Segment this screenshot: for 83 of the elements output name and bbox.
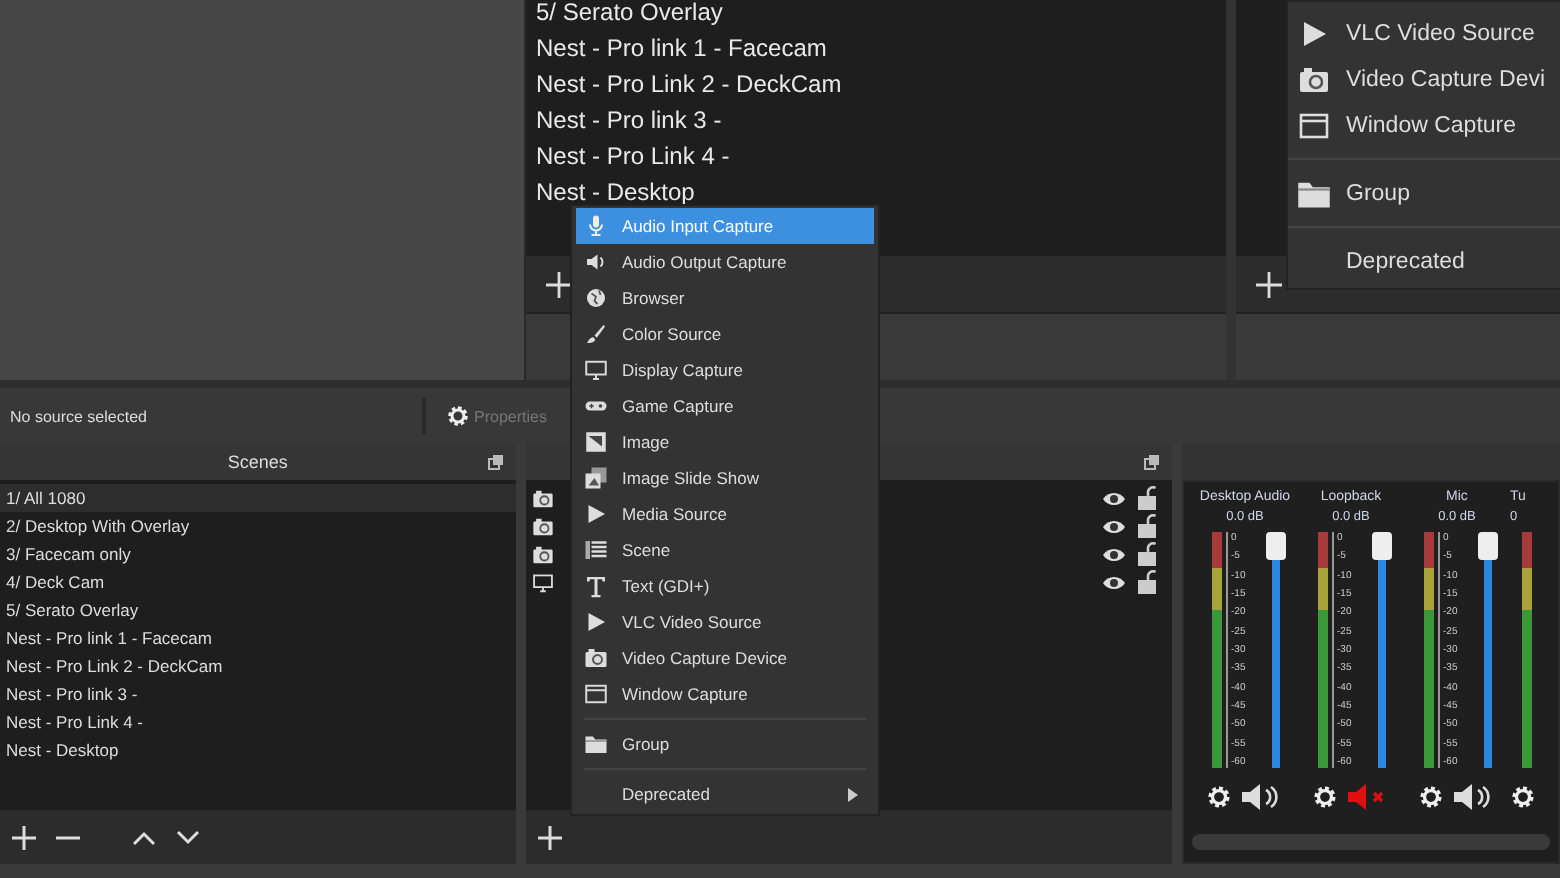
camera-icon	[1298, 63, 1330, 95]
status-text: No source selected	[10, 407, 149, 425]
settings-icon[interactable]	[1206, 784, 1232, 810]
list-item[interactable]: Nest - Desktop	[0, 736, 516, 764]
submenu-arrow-icon	[848, 787, 858, 801]
list-icon	[584, 538, 608, 562]
list-item[interactable]: 5/ Serato Overlay	[0, 596, 516, 624]
image-icon	[584, 430, 608, 454]
list-item[interactable]: Nest - Pro link 1 - Facecam	[0, 624, 516, 652]
menu-item[interactable]: Game Capture	[576, 388, 874, 424]
menu-item[interactable]: VLC Video Source	[576, 604, 874, 640]
monitor-icon	[584, 358, 608, 382]
eye-icon[interactable]	[1102, 545, 1126, 563]
eye-icon[interactable]	[1102, 489, 1126, 507]
list-item[interactable]: Nest - Pro link 1 - Facecam	[536, 30, 827, 66]
unlock-icon[interactable]	[1138, 570, 1156, 594]
menu-item[interactable]: Text (GDI+)	[576, 568, 874, 604]
add-icon[interactable]	[1256, 271, 1282, 297]
menu-item[interactable]: Group	[1288, 170, 1560, 216]
camera-icon	[531, 515, 554, 537]
globe-icon	[584, 286, 608, 310]
menu-item[interactable]: Image	[576, 424, 874, 460]
play-icon	[1298, 17, 1330, 49]
menu-item[interactable]: Image Slide Show	[576, 460, 874, 496]
folder-icon	[584, 732, 608, 756]
menu-item[interactable]: Display Capture	[576, 352, 874, 388]
eye-icon[interactable]	[1102, 517, 1126, 535]
add-icon[interactable]	[546, 271, 572, 297]
add-icon[interactable]	[12, 825, 36, 849]
chevron-down-icon[interactable]	[176, 829, 200, 845]
list-item[interactable]: 1/ All 1080	[0, 484, 516, 512]
unlock-icon[interactable]	[1138, 542, 1156, 566]
speaker-icon	[584, 250, 608, 274]
settings-icon[interactable]	[1418, 784, 1444, 810]
list-item[interactable]: 4/ Deck Cam	[0, 568, 516, 596]
menu-item[interactable]: Color Source	[576, 316, 874, 352]
chevron-up-icon[interactable]	[132, 829, 156, 845]
brush-icon	[584, 322, 608, 346]
play-icon	[584, 610, 608, 634]
list-item[interactable]: Nest - Pro Link 4 -	[536, 138, 730, 174]
settings-icon[interactable]	[1510, 784, 1536, 810]
settings-icon[interactable]	[1312, 784, 1338, 810]
menu-item[interactable]: Browser	[576, 280, 874, 316]
list-item[interactable]: Nest - Pro link 3 -	[0, 680, 516, 708]
menu-item[interactable]: Video Capture Device	[576, 640, 874, 676]
menu-item[interactable]: Window Capture	[576, 676, 874, 712]
menu-item[interactable]: Window Capture	[1288, 102, 1560, 148]
list-item[interactable]: Nest - Pro Link 2 - DeckCam	[536, 66, 842, 102]
speaker-icon[interactable]	[1240, 784, 1284, 810]
menu-item[interactable]: Deprecated	[1288, 238, 1560, 284]
list-item[interactable]: 3/ Facecam only	[0, 540, 516, 568]
list-item[interactable]: Nest - Pro Link 2 - DeckCam	[0, 652, 516, 680]
microphone-icon	[584, 214, 608, 238]
menu-item[interactable]: Deprecated	[576, 776, 874, 812]
list-item[interactable]: Nest - Pro Link 4 -	[0, 708, 516, 736]
window-icon	[1298, 109, 1330, 141]
camera-icon	[531, 487, 554, 509]
speaker-icon[interactable]	[1452, 784, 1496, 810]
menu-item[interactable]: VLC Video Source	[1288, 10, 1560, 56]
menu-item[interactable]: Scene	[576, 532, 874, 568]
unlock-icon[interactable]	[1138, 486, 1156, 510]
eye-icon[interactable]	[1102, 573, 1126, 591]
dock-title: Scenes	[227, 452, 288, 472]
monitor-icon	[531, 571, 554, 593]
list-item[interactable]: Nest - Pro link 3 -	[536, 102, 722, 138]
window-icon	[584, 682, 608, 706]
menu-item[interactable]: Media Source	[576, 496, 874, 532]
text-icon	[584, 574, 608, 598]
slides-icon	[584, 466, 608, 490]
undock-icon[interactable]	[1144, 454, 1160, 470]
add-icon[interactable]	[537, 825, 562, 849]
menu-item[interactable]: Video Capture Devi	[1288, 56, 1560, 102]
scrollbar[interactable]	[1192, 834, 1550, 850]
list-item[interactable]: 5/ Serato Overlay	[536, 0, 723, 30]
unlock-icon[interactable]	[1138, 514, 1156, 538]
undock-icon[interactable]	[487, 454, 504, 470]
menu-item[interactable]: Audio Output Capture	[576, 244, 874, 280]
camera-icon	[531, 543, 554, 565]
camera-icon	[584, 646, 608, 670]
menu-item[interactable]: Group	[576, 726, 874, 762]
play-icon	[584, 502, 608, 526]
list-item[interactable]: 2/ Desktop With Overlay	[0, 512, 516, 540]
list-item[interactable]: Nest - Desktop	[536, 174, 695, 210]
